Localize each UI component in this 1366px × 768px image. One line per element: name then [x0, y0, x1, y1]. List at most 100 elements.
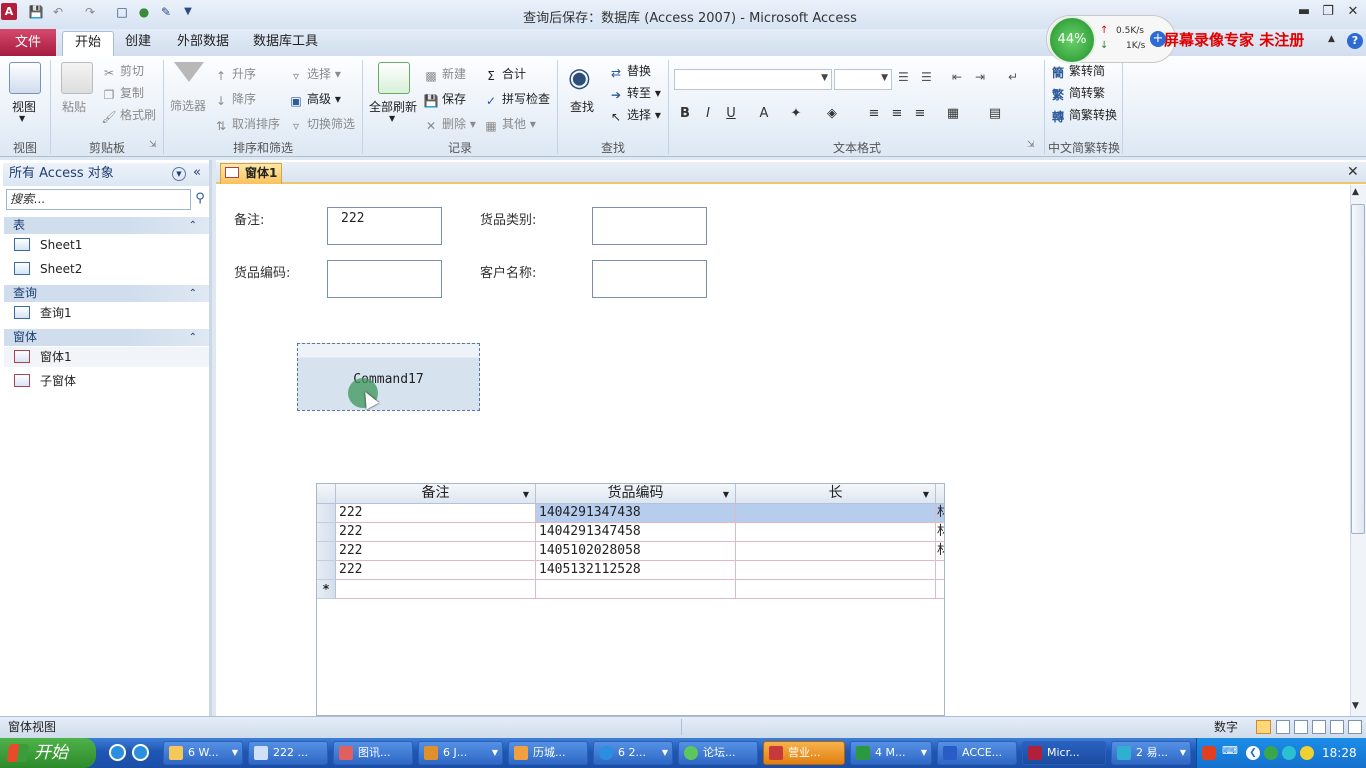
chevron-down-icon[interactable]: ▼ — [523, 485, 529, 504]
increase-indent-icon[interactable]: ⇥ — [975, 70, 985, 84]
goto-button[interactable]: ➔ 转至 ▾ — [608, 84, 661, 102]
save-record-button[interactable]: 💾 保存 — [423, 90, 467, 108]
pivot-chart-view-icon[interactable] — [1312, 720, 1326, 734]
table-cell[interactable]: 1405132112528 — [536, 561, 736, 580]
row-selector[interactable] — [317, 504, 336, 523]
redo-icon[interactable]: ↷ — [82, 4, 98, 20]
column-header-code[interactable]: 货品编码 ▼ — [536, 484, 736, 504]
chevron-down-icon[interactable]: ▼ — [923, 485, 929, 504]
collapse-ribbon-icon[interactable]: ▲ — [1328, 34, 1335, 44]
tab-create[interactable]: 创建 — [113, 31, 163, 56]
scrollbar-thumb[interactable] — [1351, 204, 1365, 534]
align-right-icon[interactable]: ≡ — [910, 105, 930, 123]
to-traditional-button[interactable]: 繁简转繁 — [1050, 84, 1105, 102]
row-selector[interactable] — [317, 561, 336, 580]
new-row-marker[interactable]: * — [317, 580, 336, 599]
browser-icon[interactable] — [132, 744, 149, 761]
table-cell[interactable]: 材 — [936, 542, 944, 561]
taskbar-item[interactable]: 6 2... ▼ — [593, 741, 673, 765]
tab-file[interactable]: 文件 — [0, 29, 56, 56]
layout-view-icon[interactable] — [1330, 720, 1344, 734]
refresh-dropdown-icon[interactable]: ▼ — [389, 114, 395, 123]
qq-icon[interactable] — [1300, 746, 1314, 760]
more-button[interactable]: ▦ 其他 ▾ — [483, 115, 536, 133]
advanced-filter-button[interactable]: ▣ 高级 ▾ — [288, 90, 341, 108]
security-icon[interactable] — [1264, 746, 1278, 760]
table-cell[interactable]: 222 — [336, 504, 536, 523]
nav-item-subform[interactable]: 子窗体 — [14, 371, 76, 391]
close-document-icon[interactable]: ✕ — [1347, 164, 1359, 180]
spelling-button[interactable]: ✓ 拼写检查 — [483, 90, 550, 108]
select-button[interactable]: ↖ 选择 ▾ — [608, 106, 661, 124]
column-header-remark[interactable]: 备注 ▼ — [336, 484, 536, 504]
taskbar-item[interactable]: ACCE... — [937, 741, 1017, 765]
clear-sort-button[interactable]: ⇅ 取消排序 — [213, 115, 280, 133]
table-cell[interactable] — [936, 580, 944, 599]
font-name-combo[interactable]: ▼ — [674, 69, 832, 90]
replace-button[interactable]: ⇄ 替换 — [608, 62, 651, 80]
align-center-icon[interactable]: ≡ — [887, 105, 907, 123]
category-field[interactable] — [592, 207, 707, 245]
italic-icon[interactable]: I — [698, 105, 718, 123]
taskbar-item[interactable]: 历城... — [508, 741, 588, 765]
nav-menu-chevron-icon[interactable]: ▼ — [172, 167, 186, 181]
to-simplified-button[interactable]: 簡繁转简 — [1050, 62, 1105, 80]
format-painter-button[interactable]: 🖌 格式刷 — [101, 106, 156, 124]
design-view-icon[interactable] — [1348, 720, 1362, 734]
nav-section-tables[interactable]: 表 ⌃ — [4, 217, 209, 234]
table-cell[interactable] — [736, 561, 936, 580]
copy-button[interactable]: ❐ 复制 — [101, 84, 144, 102]
row-selector[interactable] — [317, 542, 336, 561]
bold-icon[interactable]: B — [675, 105, 695, 123]
decrease-indent-icon[interactable]: ⇤ — [952, 70, 962, 84]
underline-icon[interactable]: U — [721, 105, 741, 123]
taskbar-item[interactable]: 图讯... — [333, 741, 413, 765]
table-cell[interactable]: 材 — [936, 504, 944, 523]
table-cell[interactable]: 1405102028058 — [536, 542, 736, 561]
sort-descending-button[interactable]: ↓ 降序 — [213, 90, 256, 108]
table-cell[interactable] — [536, 580, 736, 599]
keyboard-icon[interactable]: ⌨ — [1222, 744, 1238, 757]
toggle-filter-button[interactable]: ▿ 切换筛选 — [288, 115, 355, 133]
minimize-icon[interactable]: ▬ — [1293, 5, 1315, 21]
nav-item-sheet1[interactable]: Sheet1 — [14, 235, 82, 255]
highlight-icon[interactable]: ✦ — [786, 105, 806, 123]
spell-icon[interactable]: ✎ — [158, 4, 174, 20]
taskbar-item[interactable]: Micr... — [1022, 741, 1106, 765]
chevron-down-icon[interactable]: ▼ — [723, 485, 729, 504]
find-button[interactable]: 查找 — [570, 98, 594, 115]
scroll-up-icon[interactable]: ▲ — [1352, 187, 1359, 197]
view-button[interactable]: 视图 — [12, 98, 36, 115]
table-cell[interactable] — [736, 504, 936, 523]
convert-button[interactable]: 轉简繁转换 — [1050, 106, 1117, 124]
taskbar-item[interactable]: 6 W... ▼ — [163, 741, 243, 765]
taskbar-item[interactable]: 6 J... ▼ — [418, 741, 503, 765]
filter-button[interactable]: 筛选器 — [170, 97, 206, 114]
undo-icon[interactable]: ↶ — [50, 4, 66, 20]
table-cell[interactable]: 222 — [336, 542, 536, 561]
taskbar-item[interactable]: 4 M... ▼ — [850, 741, 932, 765]
taskbar-item[interactable]: 222 ... — [248, 741, 328, 765]
nav-item-form1[interactable]: 窗体1 — [4, 347, 209, 367]
pivot-table-view-icon[interactable] — [1294, 720, 1308, 734]
paragraph-direction-icon[interactable]: ↵ — [1008, 70, 1018, 84]
dialog-launcher-icon[interactable]: ⇲ — [149, 140, 157, 150]
cut-button[interactable]: ✂ 剪切 — [101, 62, 144, 80]
sort-ascending-button[interactable]: ↑ 升序 — [213, 65, 256, 83]
paste-icon[interactable] — [61, 62, 93, 94]
table-cell[interactable] — [936, 561, 944, 580]
table-cell[interactable] — [736, 523, 936, 542]
dialog-launcher-icon[interactable]: ⇲ — [1027, 140, 1035, 150]
align-left-icon[interactable]: ≡ — [864, 105, 884, 123]
close-window-icon[interactable]: ✕ — [1342, 5, 1364, 21]
subform-datasheet[interactable]: 备注▼ 货品编码▼ 长▼ 222 1404291347438 材 222 140… — [316, 483, 945, 716]
nav-search-input[interactable]: 搜索... — [6, 189, 191, 210]
refresh-all-button[interactable]: 全部刷新 — [369, 98, 417, 115]
font-color-icon[interactable]: A — [754, 105, 774, 123]
view-icon[interactable] — [9, 62, 41, 94]
network-icon[interactable] — [1282, 746, 1296, 760]
save-icon[interactable]: 💾 — [28, 4, 44, 20]
taskbar-item[interactable]: 2 易... ▼ — [1111, 741, 1191, 765]
code-field[interactable] — [327, 260, 442, 298]
nav-item-sheet2[interactable]: Sheet2 — [14, 259, 82, 279]
